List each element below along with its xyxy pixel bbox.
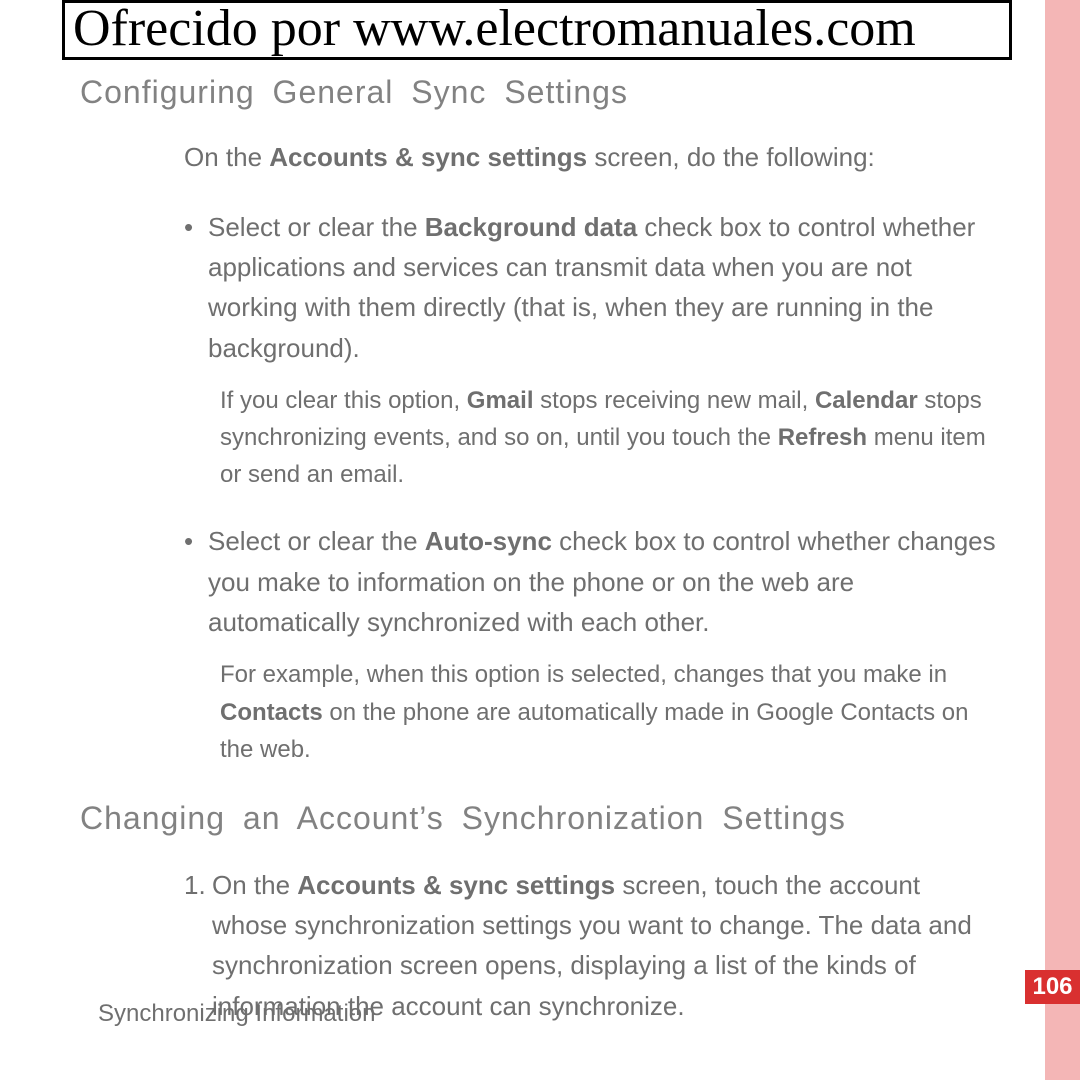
note2-pre: For example, when this option is selecte… bbox=[220, 661, 947, 688]
bullet-list-2: • Select or clear the Auto-sync check bo… bbox=[184, 521, 1000, 642]
bullet1-pre: Select or clear the bbox=[208, 212, 425, 242]
bullet-item-background-data: • Select or clear the Background data ch… bbox=[184, 207, 1000, 368]
page-number: 106 bbox=[1032, 973, 1072, 1001]
page-content: Configuring General Sync Settings On the… bbox=[80, 74, 1000, 1026]
bullet2-bold: Auto-sync bbox=[425, 526, 552, 556]
note2-bold-contacts: Contacts bbox=[220, 699, 323, 726]
note1-pre: If you clear this option, bbox=[220, 387, 467, 414]
intro-bold: Accounts & sync settings bbox=[269, 142, 587, 172]
section-heading-text: Configuring General Sync Settings bbox=[80, 74, 628, 110]
note-background-data: If you clear this option, Gmail stops re… bbox=[220, 382, 1000, 494]
note2-post: on the phone are automatically made in G… bbox=[220, 699, 968, 763]
page-number-badge: 106 bbox=[1025, 970, 1080, 1004]
intro-post: screen, do the following: bbox=[587, 142, 875, 172]
note1-bold-calendar: Calendar bbox=[815, 387, 918, 414]
note-auto-sync: For example, when this option is selecte… bbox=[220, 656, 1000, 768]
footer-text-content: Synchronizing Information bbox=[98, 1000, 375, 1027]
item1-bold: Accounts & sync settings bbox=[297, 870, 615, 900]
intro-line: On the Accounts & sync settings screen, … bbox=[184, 139, 1000, 177]
bullet-item-auto-sync: • Select or clear the Auto-sync check bo… bbox=[184, 521, 1000, 642]
intro-pre: On the bbox=[184, 142, 269, 172]
item1-pre: On the bbox=[212, 870, 297, 900]
number-marker: 1. bbox=[184, 865, 206, 905]
bullet-dot-icon: • bbox=[184, 521, 193, 561]
header-banner-text: Ofrecido por www.electromanuales.com bbox=[73, 0, 916, 57]
section-heading-configuring: Configuring General Sync Settings bbox=[80, 74, 1000, 111]
section-heading-2-text: Changing an Account’s Synchronization Se… bbox=[80, 800, 846, 836]
note1-bold-refresh: Refresh bbox=[778, 424, 867, 451]
section-heading-changing: Changing an Account’s Synchronization Se… bbox=[80, 800, 1000, 837]
note1-bold-gmail: Gmail bbox=[467, 387, 534, 414]
bullet1-bold: Background data bbox=[425, 212, 637, 242]
bullet-list: • Select or clear the Background data ch… bbox=[184, 207, 1000, 368]
side-accent-bar bbox=[1045, 0, 1080, 1080]
bullet-dot-icon: • bbox=[184, 207, 193, 247]
header-banner: Ofrecido por www.electromanuales.com bbox=[62, 0, 1012, 60]
bullet2-pre: Select or clear the bbox=[208, 526, 425, 556]
note1-mid1: stops receiving new mail, bbox=[534, 387, 815, 414]
footer-text: Synchronizing Information bbox=[98, 1000, 375, 1028]
